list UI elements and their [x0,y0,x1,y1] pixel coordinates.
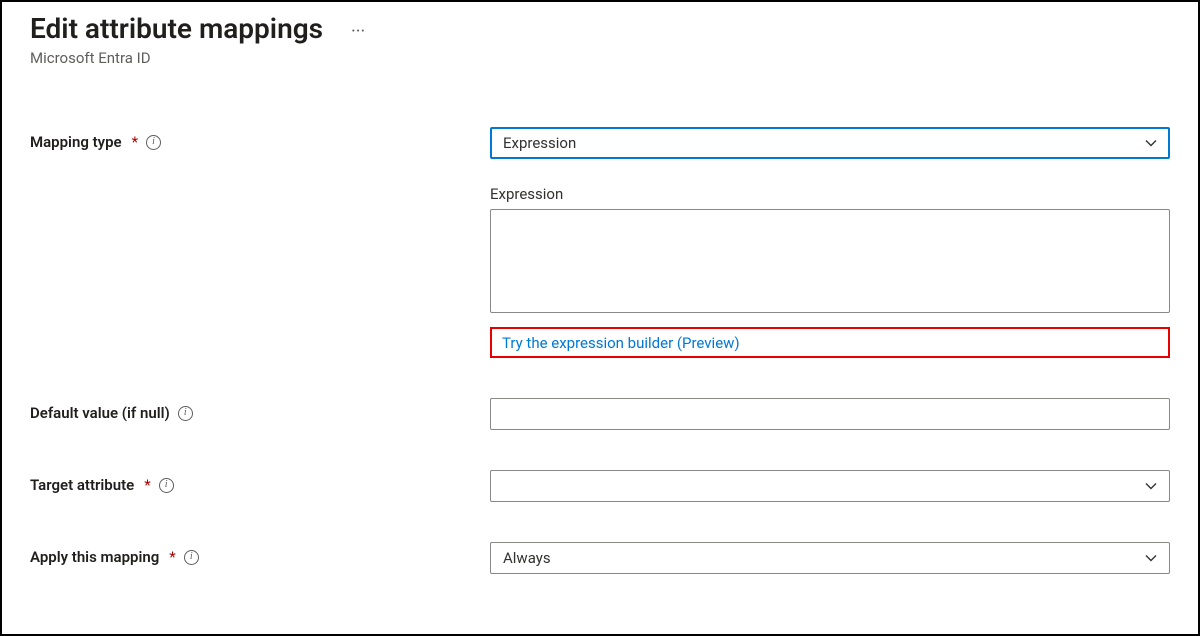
info-icon[interactable]: i [146,135,161,150]
expression-textarea[interactable] [490,209,1170,313]
target-attribute-label: Target attribute [30,476,134,494]
target-attribute-field-col [490,470,1170,502]
spacer [490,358,1170,398]
more-actions-icon[interactable]: ··· [351,17,365,41]
expression-builder-link[interactable]: Try the expression builder (Preview) [502,334,740,352]
required-star-icon: * [144,476,150,494]
mapping-type-field-col: Expression Expression Try the expression… [490,127,1170,358]
required-star-icon: * [132,133,138,151]
info-icon[interactable]: i [159,478,174,493]
info-icon[interactable]: i [184,550,199,565]
default-value-field-col [490,398,1170,430]
required-star-icon: * [169,548,175,566]
spacer [490,502,1170,542]
mapping-type-value: Expression [503,134,576,152]
page-subtitle: Microsoft Entra ID [30,49,1170,67]
page-title: Edit attribute mappings [30,12,323,45]
target-attribute-label-cell: Target attribute * i [30,470,480,494]
default-value-input[interactable] [490,398,1170,430]
chevron-down-icon [1145,552,1157,564]
mapping-type-label: Mapping type [30,133,122,151]
header-line: Edit attribute mappings ··· [30,12,1170,45]
apply-mapping-select[interactable]: Always [490,542,1170,574]
default-value-label: Default value (if null) [30,404,170,422]
chevron-down-icon [1145,480,1157,492]
spacer [30,358,480,398]
apply-mapping-field-col: Always [490,542,1170,574]
apply-mapping-value: Always [503,549,551,567]
expression-label: Expression [490,185,1170,203]
expression-builder-link-highlight: Try the expression builder (Preview) [490,327,1170,358]
default-value-label-cell: Default value (if null) i [30,398,480,422]
target-attribute-select[interactable] [490,470,1170,502]
page-frame: Edit attribute mappings ··· Microsoft En… [0,0,1200,636]
mapping-type-select[interactable]: Expression [490,127,1170,159]
info-icon[interactable]: i [178,406,193,421]
spacer [30,502,480,542]
spacer [490,430,1170,470]
apply-mapping-label-cell: Apply this mapping * i [30,542,480,566]
chevron-down-icon [1145,137,1157,149]
apply-mapping-label: Apply this mapping [30,548,159,566]
mapping-type-label-cell: Mapping type * i [30,127,480,151]
spacer [30,430,480,470]
form-area: Mapping type * i Expression Expression T… [30,127,1170,574]
